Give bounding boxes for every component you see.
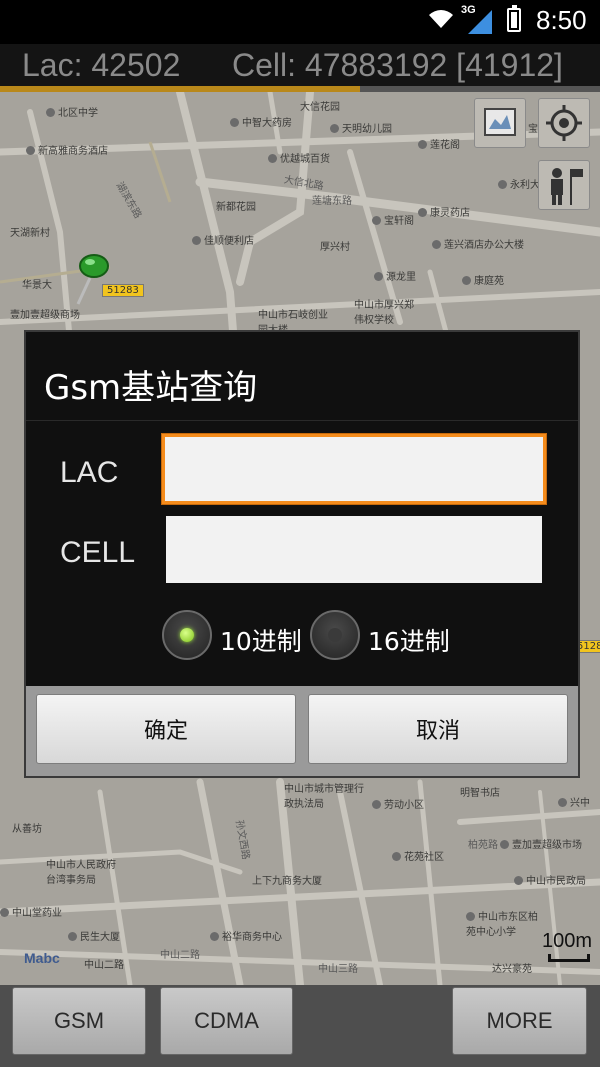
road-label: 中山三路 [318, 964, 358, 975]
road-label: 柏苑路 [468, 840, 498, 851]
map-layer-icon [484, 108, 516, 136]
map-poi: 康庭苑 [462, 272, 504, 287]
ok-button[interactable]: 确定 [36, 694, 296, 764]
map-poi: 莲花阁 [418, 136, 460, 151]
battery-icon [507, 5, 521, 32]
map-poi: 源龙里 [374, 268, 416, 283]
gsm-button[interactable]: GSM [12, 987, 146, 1055]
clock: 8:50 [536, 5, 587, 35]
dialog-button-bar: 确定 取消 [26, 686, 578, 776]
lac-label: LAC [60, 456, 119, 489]
map-poi: 壹加壹超级商场 [10, 310, 80, 321]
lac-readout: Lac: 42502 [22, 47, 181, 83]
map-poi: 康灵药店 [418, 204, 470, 219]
map-poi: 中山市东区柏苑中心小学 [466, 912, 538, 938]
location-pin-icon[interactable] [66, 252, 112, 308]
map-poi: 莲兴酒店办公大楼 [432, 236, 524, 251]
map-poi: 天明幼儿园 [330, 120, 392, 135]
radix-dec-radio[interactable] [162, 610, 212, 660]
dialog-title: Gsm基站查询 [44, 368, 258, 408]
road-label: 莲塘东路 [312, 196, 352, 207]
radix-hex-label[interactable]: 16进制 [368, 622, 450, 658]
map-poi: 中山市民政局 [514, 872, 586, 887]
dialog-divider [26, 420, 578, 421]
street-view-button[interactable] [538, 160, 590, 210]
map-poi: 北区中学 [46, 104, 98, 119]
scale-bar [548, 954, 590, 962]
map-poi: 上下九商务大厦 [252, 876, 322, 887]
more-button[interactable]: MORE [452, 987, 587, 1055]
locate-icon [546, 105, 582, 141]
map-poi: 华景大 [22, 280, 52, 291]
map-poi: 达兴豪苑 [492, 964, 532, 975]
map-poi: 中山市城市管理行政执法局 [284, 784, 364, 810]
map-poi: 壹加壹超级市场 [500, 836, 582, 851]
cancel-button[interactable]: 取消 [308, 694, 568, 764]
scale-label: 100m [542, 930, 593, 952]
map-poi: 劳动小区 [372, 796, 424, 811]
cell-readout: Cell: 47883192 [41912] [232, 47, 563, 83]
map-poi: 中智大药房 [230, 114, 292, 129]
lac-input[interactable] [162, 434, 546, 504]
map-poi: 从善坊 [12, 824, 42, 835]
map-poi: 永利大 [498, 176, 540, 191]
map-poi: 新高雅商务酒店 [26, 142, 108, 157]
map-poi: 天湖新村 [10, 228, 50, 239]
radix-dec-label[interactable]: 10进制 [220, 622, 302, 658]
wifi-icon [429, 10, 453, 29]
map-poi: 民生大厦 [68, 928, 120, 943]
cdma-button[interactable]: CDMA [160, 987, 293, 1055]
signal-icon [468, 10, 492, 34]
map-poi: 中山市厚兴郑伟权学校 [354, 300, 414, 326]
map-poi: 明智书店 [460, 788, 500, 799]
status-bar: 3G 8:50 [0, 0, 600, 44]
map-poi: 裕华商务中心 [210, 928, 282, 943]
street-view-icon [551, 168, 583, 205]
map-poi: 中山市人民政府台湾事务局 [46, 860, 116, 886]
map-layer-button[interactable] [474, 98, 526, 148]
map-poi: 中山堂药业 [0, 904, 62, 919]
map-poi: 宝轩阁 [372, 212, 414, 227]
map-poi: 中山二路 [84, 960, 124, 971]
map-poi: 新都花园 [216, 202, 256, 213]
map-poi: 宝 [528, 124, 538, 135]
map-logo: Mabc [24, 950, 60, 966]
map-poi: 兴中 [558, 794, 590, 809]
map-poi: 佳顺便利店 [192, 232, 254, 247]
map-poi: 大信花园 [300, 102, 340, 113]
radix-hex-radio[interactable] [310, 610, 360, 660]
bottom-toolbar: GSM CDMA MORE [0, 985, 600, 1067]
map-poi: 厚兴村 [320, 242, 350, 253]
map-poi: 花苑社区 [392, 848, 444, 863]
cell-info-bar: Lac: 42502 Cell: 47883192 [41912] [0, 44, 600, 88]
map-poi: 优越城百货 [268, 150, 330, 165]
cell-label: CELL [60, 536, 136, 569]
gsm-lookup-dialog: Gsm基站查询 LAC CELL 10进制 16进制 确定 取消 [24, 330, 580, 778]
cell-input[interactable] [166, 516, 542, 583]
road-label: 中山二路 [160, 950, 200, 961]
locate-button[interactable] [538, 98, 590, 148]
